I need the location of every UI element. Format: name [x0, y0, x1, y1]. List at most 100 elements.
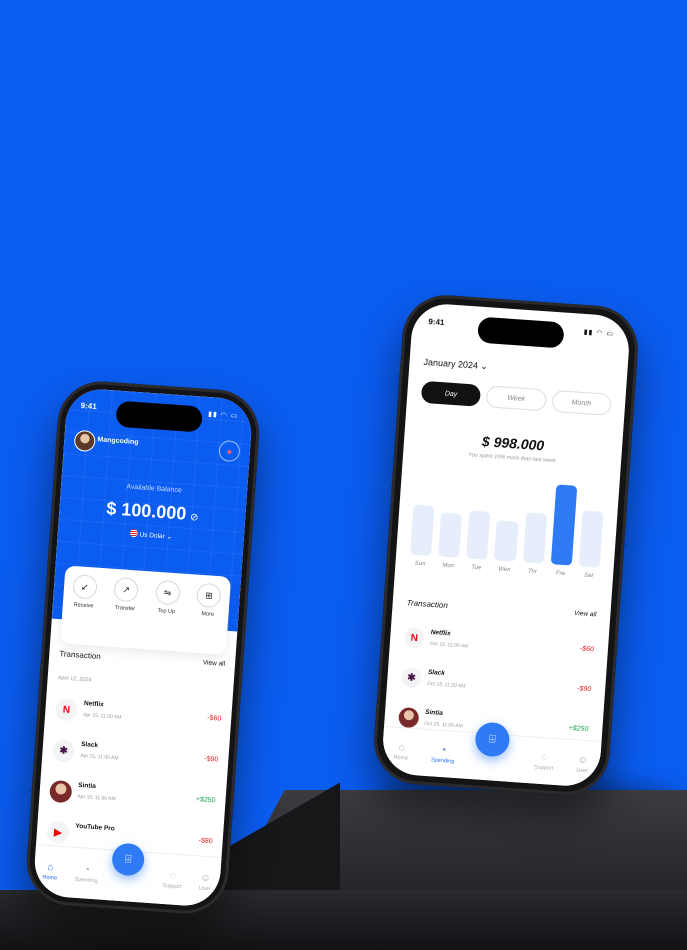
spending-chart: Sun Mon Tue Wen Thr Fre Sat: [408, 475, 605, 598]
action-label: More: [201, 611, 215, 618]
transaction-name: Sintia: [424, 708, 444, 717]
nav-spending[interactable]: ◔ Spending: [430, 744, 456, 765]
chart-day-label: Thr: [527, 568, 538, 576]
month-select[interactable]: January 2024 ⌄: [423, 357, 488, 372]
nav-label: Spending: [430, 756, 455, 765]
chart-day-label: Wen: [497, 566, 511, 574]
transaction-time: Oct 15, 11.00 AM: [429, 640, 469, 650]
nav-label: User: [576, 766, 589, 774]
tab-week[interactable]: Week: [485, 385, 547, 412]
dynamic-island: [477, 316, 565, 349]
nav-home[interactable]: ⌂ Home: [393, 741, 409, 762]
chart-bar-tue[interactable]: [466, 510, 491, 560]
action-receive[interactable]: ↙ Receive: [71, 573, 98, 610]
chart-day-label: Mon: [442, 562, 455, 570]
quick-actions: ↙ Receive ↗ Transfer ⇋ Top Up ⊞ More: [60, 565, 232, 655]
left-phone: 9:41 ▮▮ ◠ ▭ Mangcoding ● Available Balan…: [23, 378, 263, 917]
transaction-time: Oct 15, 11.00 AM: [424, 720, 463, 730]
scan-icon: ⌹: [124, 852, 132, 866]
chart-day-label: Sun: [414, 560, 426, 568]
tab-month[interactable]: Month: [551, 389, 612, 416]
transaction-row[interactable]: N Netflix Oct 15, 11.00 AM -$60: [403, 624, 595, 667]
date-group: April 12, 2024: [57, 675, 92, 684]
bell-icon: ●: [226, 445, 233, 457]
slack-icon: ✱: [400, 667, 423, 689]
contact-avatar: [398, 706, 420, 729]
chart-bars: [410, 475, 605, 568]
transaction-name: Slack: [427, 668, 446, 678]
transaction-title: Transaction: [406, 598, 449, 611]
transaction-row[interactable]: N Netflix Apr 15, 11.00 AM -$60: [54, 695, 222, 737]
chart-bar-thr[interactable]: [522, 512, 547, 564]
arrow-up-right-icon: ↗: [113, 576, 140, 603]
transaction-row[interactable]: Sintia Apr 10, 11.00 AM +$250: [49, 777, 217, 819]
status-icons: ▮▮ ◠ ▭: [583, 328, 615, 339]
nav-user[interactable]: ☺ User: [199, 872, 212, 892]
transaction-name: Netflix: [83, 700, 105, 709]
chart-bar-sat[interactable]: [578, 510, 604, 568]
transaction-name: YouTube Pro: [75, 822, 116, 833]
transaction-row[interactable]: ✱ Slack Apr 15, 11.00 AM -$90: [51, 736, 220, 778]
home-icon: ⌂: [47, 861, 54, 873]
right-phone: 9:41 ▮▮ ◠ ▭ January 2024 ⌄ Day Week Mont…: [371, 292, 641, 798]
action-top-up[interactable]: ⇋ Top Up: [154, 579, 181, 616]
chart-bar-fre[interactable]: [550, 484, 578, 566]
transaction-row[interactable]: ✱ Slack Oct 15, 11.00 AM -$90: [400, 664, 592, 707]
nav-spending[interactable]: ◔ Spending: [74, 863, 99, 884]
transaction-amount: -$80: [198, 837, 213, 846]
transaction-amount: +$250: [195, 796, 216, 805]
action-label: Transfer: [114, 604, 136, 613]
nav-label: Support: [162, 882, 182, 890]
pie-chart-icon: ◔: [439, 744, 447, 756]
transaction-name: Slack: [80, 740, 99, 750]
chevron-down-icon: ⌄: [480, 360, 489, 372]
slack-icon: ✱: [51, 738, 76, 763]
nav-label: User: [198, 885, 211, 892]
chart-bar-sun[interactable]: [410, 504, 435, 556]
transaction-time: Apr 15, 11.00 AM: [82, 711, 122, 721]
status-time: 9:41: [428, 317, 445, 328]
netflix-icon: N: [54, 698, 79, 722]
action-more[interactable]: ⊞ More: [196, 582, 222, 619]
pie-chart-icon: ◔: [83, 863, 91, 876]
chart-bar-wen[interactable]: [494, 520, 519, 562]
status-time: 9:41: [80, 401, 98, 412]
view-all-link[interactable]: View all: [203, 659, 226, 668]
nav-support[interactable]: ◌ Support: [162, 869, 183, 890]
balance-value: $ 100.000: [105, 498, 187, 524]
contact-avatar: [49, 779, 73, 804]
eye-off-icon[interactable]: ⊘: [190, 512, 199, 524]
home-icon: ⌂: [398, 741, 405, 753]
chevron-down-icon: ⌄: [166, 533, 173, 541]
chat-icon: ◌: [541, 751, 548, 763]
left-phone-screen: 9:41 ▮▮ ◠ ▭ Mangcoding ● Available Balan…: [32, 387, 254, 908]
right-phone-screen: 9:41 ▮▮ ◠ ▭ January 2024 ⌄ Day Week Mont…: [380, 301, 632, 789]
action-transfer[interactable]: ↗ Transfer: [113, 576, 140, 613]
chart-bar-mon[interactable]: [438, 512, 463, 558]
month-label: January 2024: [423, 356, 479, 371]
transaction-amount: -$60: [579, 645, 595, 654]
action-label: Receive: [73, 602, 94, 610]
user-icon: ☺: [577, 754, 589, 766]
nav-label: Home: [42, 874, 58, 882]
transaction-time: Apr 15, 11.00 AM: [80, 752, 119, 762]
nav-home[interactable]: ⌂ Home: [42, 861, 58, 881]
transaction-title: Transaction: [59, 649, 102, 662]
youtube-icon: ▶: [46, 820, 70, 845]
period-tabs: Day Week Month: [420, 380, 612, 416]
us-flag-icon: [129, 528, 138, 538]
arrow-down-left-icon: ↙: [72, 573, 98, 600]
user-icon: ☺: [200, 872, 212, 884]
nav-label: Support: [533, 764, 554, 772]
chart-day-label: Fre: [555, 570, 566, 578]
nav-support[interactable]: ◌ Support: [533, 751, 555, 772]
tab-day[interactable]: Day: [420, 380, 482, 407]
transaction-time: Oct 15, 11.00 AM: [426, 680, 466, 690]
chat-icon: ◌: [169, 869, 177, 882]
nav-user[interactable]: ☺ User: [576, 754, 589, 774]
view-all-link[interactable]: View all: [574, 610, 597, 619]
action-label: Top Up: [157, 607, 176, 616]
transaction-name: Netflix: [430, 628, 451, 638]
